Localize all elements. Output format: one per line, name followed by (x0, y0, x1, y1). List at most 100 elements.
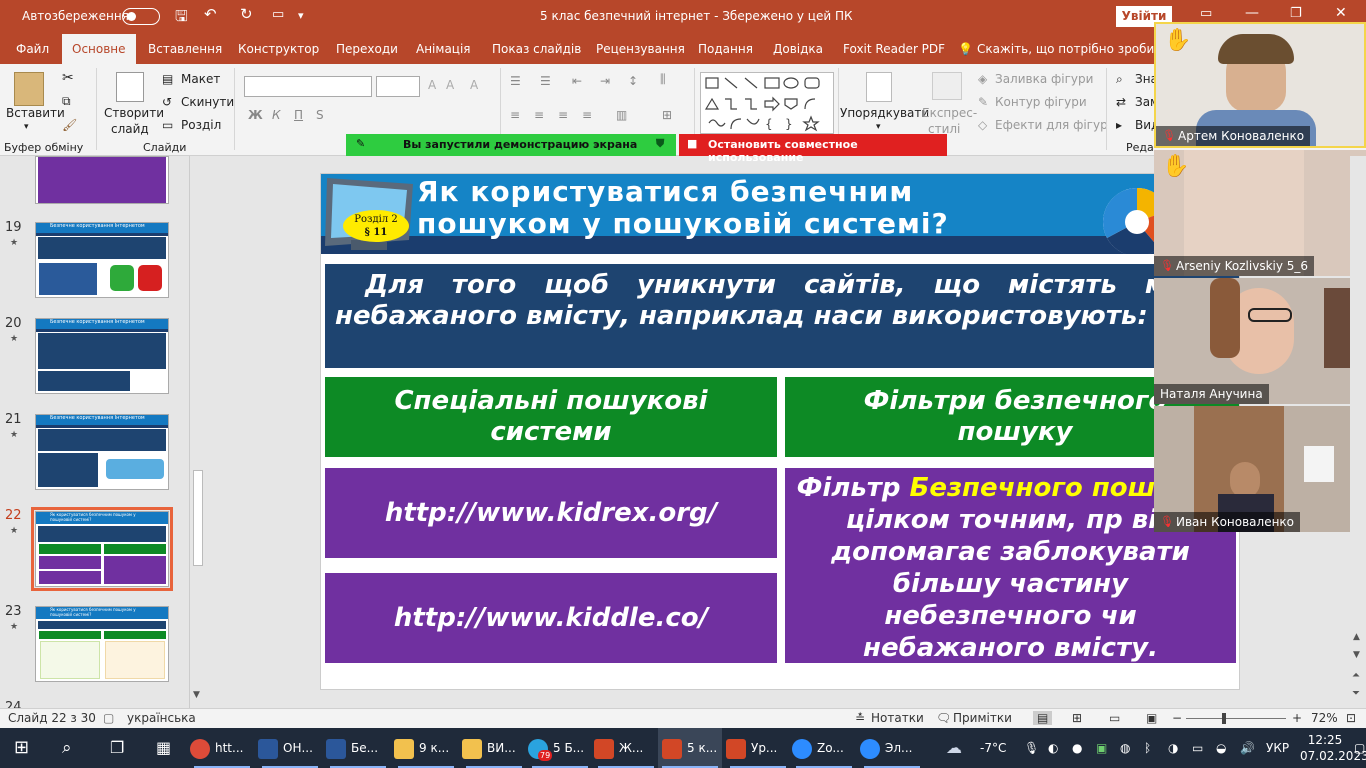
tab-review[interactable]: Рецензування (596, 42, 685, 56)
undo-icon[interactable]: ↶ (204, 5, 217, 23)
tab-transitions[interactable]: Переходи (336, 42, 398, 56)
prev-slide-icon[interactable]: ⏶ (1352, 670, 1360, 681)
arrange-dropdown-icon[interactable]: ▾ (876, 122, 881, 132)
tab-home[interactable]: Основне (62, 34, 136, 64)
input-language[interactable]: УКР (1266, 728, 1289, 768)
tray-app-icon[interactable]: ◍ (1120, 728, 1130, 768)
zoom-level[interactable]: 72% (1311, 711, 1338, 725)
spellcheck-icon[interactable]: ▢ (103, 711, 114, 725)
restore-icon[interactable]: ❐ (1290, 6, 1302, 21)
new-slide-label2[interactable]: слайд (111, 122, 149, 136)
next-slide-icon[interactable]: ⏷ (1352, 688, 1360, 699)
shapes-gallery[interactable]: { } (700, 72, 834, 134)
increase-indent-icon[interactable]: ⇥ (600, 74, 610, 88)
align-center-icon[interactable]: ≡ (534, 108, 544, 122)
save-icon[interactable]: 🖫 (175, 6, 188, 31)
tray-app-icon[interactable]: ▣ (1096, 728, 1107, 768)
slide-sorter-icon[interactable]: ⊞ (1072, 711, 1082, 725)
text-direction-icon[interactable]: ⫼ (660, 72, 666, 87)
windows-start-icon[interactable]: ⊞ (14, 728, 29, 768)
taskbar-chrome[interactable]: htt... (190, 728, 254, 768)
normal-view-icon[interactable]: ▤ (1033, 711, 1053, 725)
taskbar-zoom-1[interactable]: Zo... (792, 728, 856, 768)
autosave-toggle[interactable] (122, 8, 160, 25)
zoom-slider-thumb[interactable] (1222, 713, 1226, 724)
taskbar-zoom-2[interactable]: Эл... (860, 728, 924, 768)
slideshow-icon[interactable]: ▭ (272, 7, 284, 22)
increase-font-icon[interactable]: A (428, 78, 436, 92)
zoom-slider[interactable] (1186, 713, 1286, 724)
slideshow-view-icon[interactable]: ▣ (1146, 711, 1157, 725)
scroll-up-icon[interactable]: ▲ (1353, 632, 1360, 642)
thumb-scrollbar[interactable]: ▼ (189, 156, 205, 708)
taskbar-ppt-3[interactable]: Ур... (726, 728, 790, 768)
bullets-icon[interactable]: ☰ (510, 74, 521, 88)
new-slide-icon[interactable] (116, 72, 144, 102)
font-size-box[interactable] (376, 76, 420, 97)
search-icon[interactable]: ⌕ (62, 728, 72, 768)
tab-animations[interactable]: Анімація (416, 42, 471, 56)
minimize-icon[interactable]: — (1245, 5, 1259, 21)
align-left-icon[interactable]: ≡ (510, 108, 520, 122)
bold-button[interactable]: Ж (248, 108, 263, 122)
underline-button[interactable]: П (294, 108, 303, 122)
battery-icon[interactable]: ▭ (1192, 728, 1203, 768)
taskbar-folder-1[interactable]: 9 к... (394, 728, 458, 768)
slide-thumbnail-18[interactable] (35, 156, 169, 204)
taskbar-ppt-1[interactable]: Ж... (594, 728, 658, 768)
comments-button[interactable]: Примітки (953, 711, 1012, 725)
network-icon[interactable]: ◒ (1216, 728, 1226, 768)
slide-thumbnail-21[interactable]: Безпечне користування Інтернетом (35, 414, 169, 490)
scroll-down-icon[interactable]: ▼ (1353, 650, 1360, 660)
volume-icon[interactable]: 🔊 (1240, 728, 1255, 768)
decrease-indent-icon[interactable]: ⇤ (572, 74, 582, 88)
tab-design[interactable]: Конструктор (238, 42, 319, 56)
kiddle-link[interactable]: http://www.kiddle.co/ (394, 603, 708, 633)
taskbar-folder-2[interactable]: ВИ... (462, 728, 526, 768)
customize-qat-icon[interactable]: ▾ (298, 9, 304, 22)
notes-button[interactable]: Нотатки (871, 711, 924, 725)
thumb-scroll-thumb[interactable] (193, 470, 203, 566)
participant-video-2[interactable]: ✋ Arseniy Kozlivskiy 5_6 🎙 (1154, 150, 1366, 276)
taskbar-word-2[interactable]: Бе... (326, 728, 390, 768)
zoom-in-icon[interactable]: + (1292, 711, 1302, 725)
bluetooth-icon[interactable]: ᛒ (1144, 728, 1151, 768)
participant-video-4[interactable]: Иван Коноваленко 🎙 (1154, 406, 1366, 532)
format-painter-icon[interactable]: 🖌 (62, 118, 77, 132)
copy-icon[interactable]: ⧉ (62, 94, 71, 109)
taskbar-telegram[interactable]: 5 Б... 79 (528, 728, 592, 768)
zoom-tray-icon[interactable]: ● (1072, 728, 1082, 768)
mic-tray-icon[interactable]: 🎙 (1024, 728, 1039, 768)
reading-view-icon[interactable]: ▭ (1109, 711, 1120, 725)
scroll-down-icon[interactable]: ▼ (193, 690, 200, 700)
justify-icon[interactable]: ≡ (582, 108, 592, 122)
font-name-box[interactable] (244, 76, 372, 97)
strikethrough-button[interactable]: S (316, 108, 324, 122)
slide-vertical-scrollbar[interactable]: ▲ ▼ ⏶ ⏷ (1350, 156, 1366, 708)
task-view-icon[interactable]: ❐ (110, 728, 124, 768)
tab-foxit[interactable]: Foxit Reader PDF (843, 42, 945, 56)
taskbar-ppt-2[interactable]: 5 к... (658, 728, 722, 768)
smartart-icon[interactable]: ⊞ (662, 108, 672, 122)
italic-button[interactable]: К (272, 108, 281, 122)
tab-view[interactable]: Подання (698, 42, 753, 56)
quick-styles-button[interactable]: Експрес- (922, 106, 977, 120)
columns-icon[interactable]: ▥ (616, 108, 627, 122)
section-button[interactable]: Розділ (181, 118, 221, 132)
tray-app-icon[interactable]: ◑ (1168, 728, 1178, 768)
shape-fill-button[interactable]: Заливка фігури (995, 72, 1093, 86)
slide-thumbnail-22[interactable]: Як користуватися безпечним пошуком у пош… (35, 511, 169, 587)
tell-me-search[interactable]: Скажіть, що потрібно зробити (977, 42, 1169, 56)
numbering-icon[interactable]: ☰ (540, 74, 551, 88)
tab-insert[interactable]: Вставлення (148, 42, 222, 56)
comments-icon[interactable]: 🗨 (936, 711, 951, 725)
fit-slide-icon[interactable]: ⊡ (1346, 711, 1356, 725)
slide-thumbnail-23[interactable]: Як користуватися безпечним пошуком у пош… (35, 606, 169, 682)
paste-button[interactable]: Вставити (6, 106, 65, 120)
slide-thumbnail-20[interactable]: Безпечне користування Інтернетом (35, 318, 169, 394)
tab-slideshow[interactable]: Показ слайдів (492, 42, 581, 56)
calculator-icon[interactable]: ▦ (156, 728, 171, 768)
clock[interactable]: 12:25 07.02.2023 (1300, 732, 1366, 764)
arrange-button[interactable]: Упорядкувати (840, 106, 929, 120)
tab-file[interactable]: Файл (16, 42, 49, 56)
